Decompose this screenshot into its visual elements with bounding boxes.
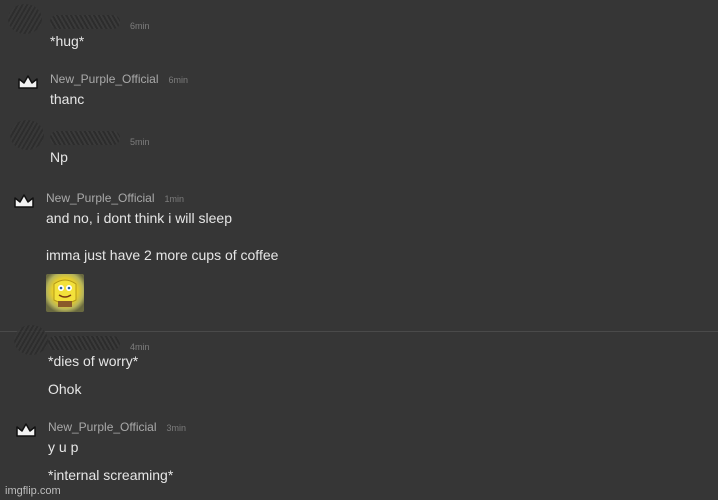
chat-message: 6min *hug* [50,15,150,50]
message-text: y u p [48,439,79,455]
message-text: thanc [50,91,85,107]
message-text: Np [50,149,68,165]
message-text: imma just have 2 more cups of coffee [46,247,279,263]
redacted-avatar [14,325,48,355]
redacted-username [50,131,120,145]
chat-message: 4min *dies of worry* Ohok [48,336,150,398]
message-text: Ohok [48,381,82,397]
message-text: *internal screaming* [48,467,174,483]
message-username[interactable]: New_Purple_Official [48,420,157,434]
crown-icon [16,423,36,437]
crown-icon [14,194,34,208]
redacted-username [48,336,120,350]
message-time: 5min [130,137,150,147]
message-text: *hug* [50,33,85,49]
redacted-username [50,15,120,29]
chat-feed: 6min *hug* New_Purple_Official 6min than… [0,0,718,500]
message-text: *dies of worry* [48,353,139,369]
message-time: 6min [130,21,150,31]
chat-message: New_Purple_Official 6min thanc [50,72,188,108]
message-username[interactable]: New_Purple_Official [50,72,159,86]
message-time: 4min [130,342,150,352]
message-time: 1min [164,194,185,204]
chat-message: New_Purple_Official 3min y u p *internal… [48,420,186,484]
chat-message: New_Purple_Official 1min and no, i dont … [46,191,278,264]
redacted-avatar [10,120,44,150]
message-time: 3min [166,423,187,433]
chat-message: 5min Np [50,131,150,166]
watermark: imgflip.com [5,485,61,497]
divider [0,331,718,332]
message-username[interactable]: New_Purple_Official [46,191,155,205]
message-text: and no, i dont think i will sleep [46,210,232,226]
crown-icon [18,75,38,89]
spongebob-image[interactable] [46,274,84,312]
message-time: 6min [168,75,189,85]
redacted-avatar [8,4,42,34]
